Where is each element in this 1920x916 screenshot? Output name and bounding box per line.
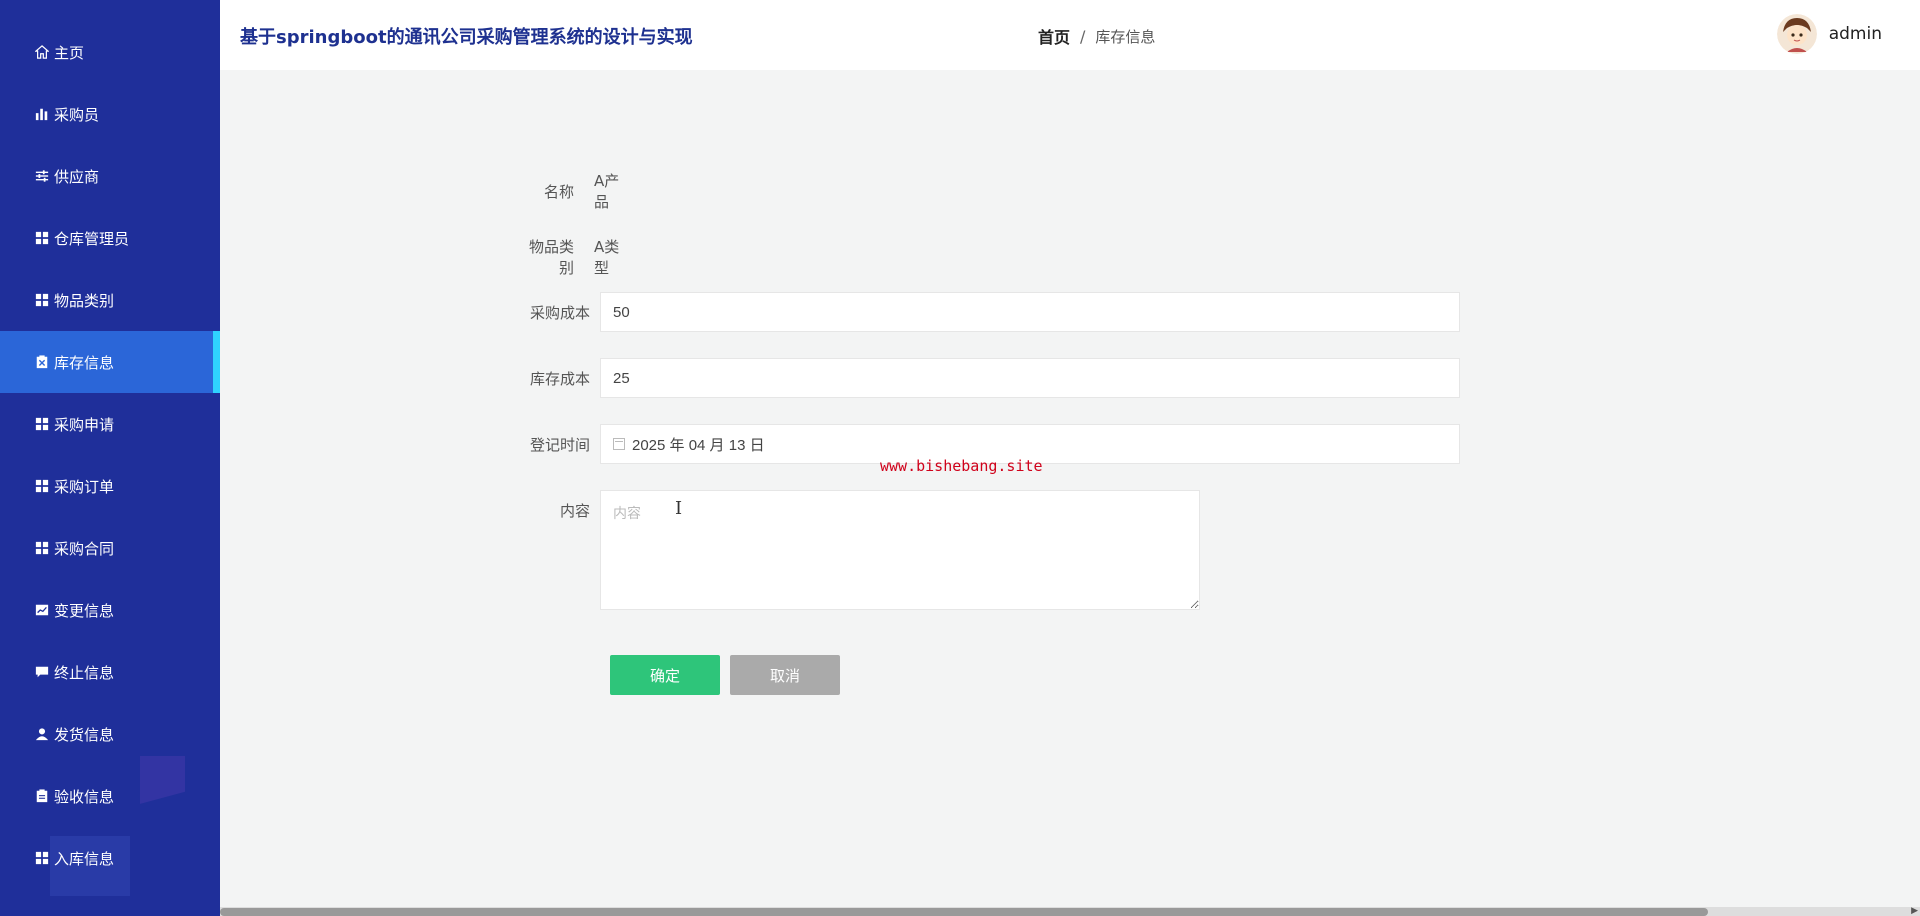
comment-icon [34, 664, 50, 680]
grid-icon [34, 850, 50, 866]
form-actions: 确定 取消 [610, 655, 840, 695]
sliders-icon [34, 168, 50, 184]
scrollbar-thumb[interactable] [220, 908, 1708, 916]
avatar[interactable] [1776, 14, 1817, 54]
sidebar-item-label: 采购订单 [54, 477, 115, 496]
grid-icon [34, 292, 50, 308]
sidebar-item-11[interactable]: 发货信息 [0, 703, 220, 765]
grid-icon [34, 478, 50, 494]
content-textarea[interactable] [600, 490, 1200, 610]
sidebar-item-label: 供应商 [54, 167, 100, 186]
sidebar-item-0[interactable]: 主页 [0, 21, 220, 83]
purchase-cost-input[interactable]: 50 [600, 292, 1460, 332]
scroll-right-icon[interactable]: ▶ [1911, 907, 1918, 916]
sidebar-item-9[interactable]: 变更信息 [0, 579, 220, 641]
sidebar-item-7[interactable]: 采购订单 [0, 455, 220, 517]
calendar-icon [613, 438, 625, 450]
sidebar-item-3[interactable]: 仓库管理员 [0, 207, 220, 269]
app-title: 基于springboot的通讯公司采购管理系统的设计与实现 [240, 27, 693, 48]
sidebar-item-label: 验收信息 [54, 787, 115, 806]
clipboard-x-icon [34, 354, 50, 370]
sidebar-item-label: 物品类别 [54, 291, 115, 310]
horizontal-scrollbar[interactable]: ▶ [220, 907, 1920, 916]
sidebar-item-label: 采购员 [54, 105, 100, 124]
username[interactable]: admin [1829, 24, 1882, 44]
home-icon [34, 44, 50, 60]
name-row: 名称 A产品 [520, 170, 625, 212]
watermark: www.bishebang.site [880, 457, 1043, 475]
content-label: 内容 [559, 502, 590, 520]
user-menu[interactable]: admin [1776, 14, 1882, 54]
breadcrumb: 首页 / 库存信息 [1038, 24, 1155, 48]
register-time-label: 登记时间 [529, 435, 590, 454]
sidebar-item-10[interactable]: 终止信息 [0, 641, 220, 703]
clipboard-icon [34, 788, 50, 804]
stock-cost-input[interactable]: 25 [600, 358, 1460, 398]
sidebar-menu: 主页采购员供应商仓库管理员物品类别库存信息采购申请采购订单采购合同变更信息终止信… [0, 21, 220, 889]
sidebar-item-label: 库存信息 [54, 353, 115, 372]
sidebar-item-8[interactable]: 采购合同 [0, 517, 220, 579]
sidebar-item-label: 采购合同 [54, 539, 115, 558]
sidebar-item-5[interactable]: 库存信息 [0, 331, 220, 393]
register-time-value: 2025 年 04 月 13 日 [632, 436, 765, 454]
sidebar: 主页采购员供应商仓库管理员物品类别库存信息采购申请采购订单采购合同变更信息终止信… [0, 0, 220, 916]
bar-chart-icon [34, 106, 50, 122]
category-label: 物品类别 [528, 238, 574, 277]
breadcrumb-separator: / [1080, 26, 1086, 46]
sidebar-item-label: 发货信息 [54, 725, 115, 744]
cancel-button[interactable]: 取消 [730, 655, 840, 695]
sidebar-item-1[interactable]: 采购员 [0, 83, 220, 145]
text-cursor-icon: I [675, 498, 683, 519]
sidebar-item-6[interactable]: 采购申请 [0, 393, 220, 455]
grid-icon [34, 540, 50, 556]
stock-cost-label: 库存成本 [529, 369, 590, 388]
top-header: 基于springboot的通讯公司采购管理系统的设计与实现 首页 / 库存信息 … [220, 0, 1920, 70]
grid-icon [34, 230, 50, 246]
sidebar-item-label: 变更信息 [54, 601, 115, 620]
sidebar-item-label: 仓库管理员 [54, 229, 130, 248]
content-row: 内容 [520, 490, 1200, 610]
sidebar-item-label: 终止信息 [54, 663, 115, 682]
stock-cost-row: 库存成本 25 [520, 358, 1460, 398]
sidebar-item-label: 采购申请 [54, 415, 115, 434]
confirm-button[interactable]: 确定 [610, 655, 720, 695]
sidebar-item-4[interactable]: 物品类别 [0, 269, 220, 331]
name-label: 名称 [543, 182, 574, 201]
category-value: A类型 [593, 238, 620, 277]
sidebar-item-label: 主页 [54, 43, 85, 62]
purchase-cost-row: 采购成本 50 [520, 292, 1460, 332]
sidebar-item-label: 入库信息 [54, 849, 115, 868]
sidebar-item-13[interactable]: 入库信息 [0, 827, 220, 889]
name-value: A产品 [593, 172, 620, 211]
breadcrumb-current: 库存信息 [1095, 27, 1156, 46]
sidebar-item-12[interactable]: 验收信息 [0, 765, 220, 827]
purchase-cost-label: 采购成本 [529, 303, 590, 322]
category-row: 物品类别 A类型 [520, 236, 625, 278]
grid-icon [34, 416, 50, 432]
breadcrumb-home[interactable]: 首页 [1038, 24, 1070, 48]
trend-chart-icon [34, 602, 50, 618]
user-icon [34, 726, 50, 742]
sidebar-item-2[interactable]: 供应商 [0, 145, 220, 207]
